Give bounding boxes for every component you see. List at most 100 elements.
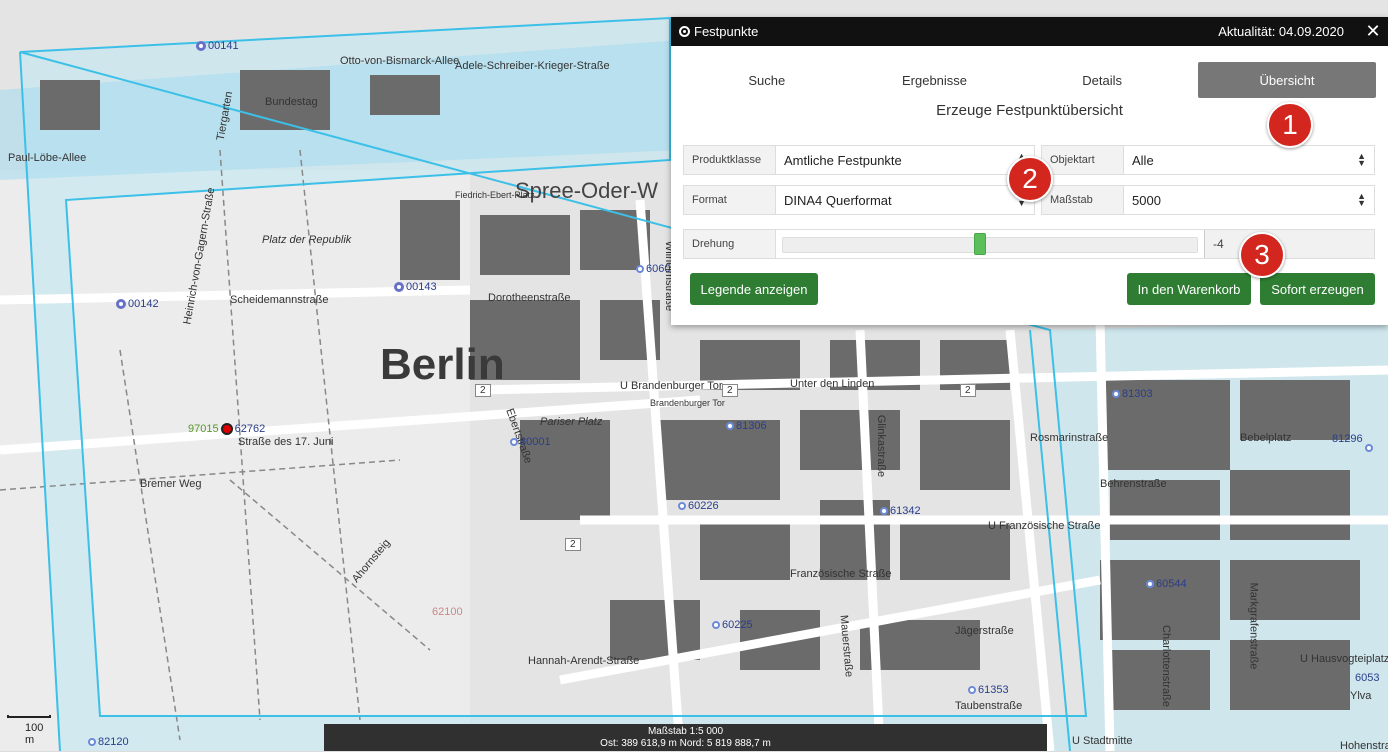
- festpunkt-point[interactable]: 82120: [88, 736, 129, 748]
- festpunkt-point[interactable]: 60225: [712, 619, 753, 631]
- festpunkt-point[interactable]: 00141: [196, 40, 239, 52]
- tab-bar: Suche Ergebnisse Details Übersicht: [671, 62, 1388, 98]
- produktklasse-select[interactable]: Amtliche Festpunkte▲▼: [776, 146, 1034, 174]
- festpunkt-point[interactable]: 00142: [116, 298, 159, 310]
- point-label: 00143: [406, 281, 437, 293]
- street-label: U Brandenburger Tor: [620, 380, 723, 392]
- point-label: 97015: [188, 423, 219, 435]
- festpunkt-point[interactable]: 80001: [510, 436, 551, 448]
- street-label: Ylva: [1350, 690, 1372, 702]
- point-icon: [116, 299, 126, 309]
- festpunkt-point[interactable]: 62100: [432, 606, 463, 618]
- drehung-slider[interactable]: [776, 230, 1204, 258]
- tab-ergebnisse[interactable]: Ergebnisse: [851, 62, 1019, 98]
- point-icon: [510, 438, 518, 446]
- drehung-value-input[interactable]: -4: [1204, 230, 1374, 258]
- festpunkt-point[interactable]: 81303: [1112, 388, 1153, 400]
- point-label: 61342: [890, 505, 921, 517]
- festpunkt-point[interactable]: 81296: [1332, 426, 1373, 452]
- road-number: 2: [960, 384, 976, 397]
- massstab-select[interactable]: 5000 ▲ ▼: [1124, 186, 1374, 214]
- point-icon: [196, 41, 206, 51]
- produktklasse-label: Produktklasse: [684, 146, 776, 174]
- annotation-marker-2: 2: [1007, 156, 1053, 202]
- street-label: Bundestag: [265, 96, 318, 108]
- select-arrows-icon: ▲▼: [1357, 151, 1366, 168]
- street-label: Markgrafenstraße: [1247, 582, 1260, 670]
- warenkorb-button[interactable]: In den Warenkorb: [1127, 273, 1251, 305]
- festpunkt-point[interactable]: 60544: [1146, 578, 1187, 590]
- legende-anzeigen-button[interactable]: Legende anzeigen: [690, 273, 818, 305]
- festpunkt-point[interactable]: 6060: [636, 263, 670, 275]
- street-label: Taubenstraße: [955, 700, 1023, 712]
- massstab-label: Maßstab: [1042, 186, 1124, 214]
- produktklasse-value: Amtliche Festpunkte: [784, 152, 902, 168]
- festpunkt-point[interactable]: 60226: [678, 500, 719, 512]
- point-label: 6060: [646, 263, 671, 275]
- tab-details[interactable]: Details: [1018, 62, 1186, 98]
- street-label: Hannah-Arendt-Straße: [528, 655, 640, 667]
- street-label: Straße des 17. Juni: [238, 436, 334, 448]
- street-label: Fiedrich-Ebert-Platz: [455, 190, 535, 200]
- street-label: Dorotheenstraße: [488, 292, 571, 304]
- street-label: Platz der Republik: [262, 234, 352, 246]
- slider-handle[interactable]: [973, 233, 986, 255]
- street-label: Rosmarinstraße: [1030, 432, 1109, 444]
- festpunkt-point[interactable]: 6053: [1355, 672, 1379, 684]
- date-info: Aktualität: 04.09.2020: [1218, 24, 1344, 39]
- point-icon: [726, 422, 734, 430]
- point-label: 00142: [128, 298, 159, 310]
- objektart-value: Alle: [1132, 152, 1154, 168]
- street-label: U Hausvogteiplatz: [1300, 653, 1388, 665]
- format-select[interactable]: DINA4 Querformat▲▼: [776, 186, 1034, 214]
- street-label: Adele-Schreiber-Krieger-Straße: [455, 60, 610, 72]
- festpunkt-point[interactable]: 81306: [726, 420, 767, 432]
- point-label: 6053: [1355, 672, 1380, 684]
- point-label: 82120: [98, 736, 129, 748]
- point-icon: [394, 282, 404, 292]
- street-label: Pariser Platz: [540, 416, 603, 428]
- panel-header: Festpunkte Aktualität: 04.09.2020 ✕: [671, 17, 1388, 46]
- objektart-field: Objektart Alle ▲ ▼: [1041, 145, 1375, 175]
- street-label: U Stadtmitte: [1072, 735, 1133, 747]
- road-number: 2: [722, 384, 738, 397]
- point-label: 62762: [234, 423, 266, 435]
- street-label: Französische Straße: [790, 568, 892, 580]
- point-label: 81306: [736, 420, 767, 432]
- point-icon: [678, 502, 686, 510]
- scale-bar: 100 m: [7, 712, 51, 746]
- sofort-erzeugen-button[interactable]: Sofort erzeugen: [1260, 273, 1375, 305]
- format-value: DINA4 Querformat: [784, 192, 892, 208]
- massstab-value: 5000: [1132, 192, 1161, 208]
- street-label: Charlottenstraße: [1159, 625, 1172, 707]
- point-icon: [636, 265, 644, 273]
- tab-suche[interactable]: Suche: [683, 62, 851, 98]
- annotation-marker-3: 3: [1239, 232, 1285, 278]
- status-bar: Maßstab 1:5 000 Ost: 389 618,9 m Nord: 5…: [324, 724, 1047, 751]
- point-icon: [880, 507, 888, 515]
- street-label: Brandenburger Tor: [650, 398, 725, 408]
- point-icon: [88, 738, 96, 746]
- festpunkt-point[interactable]: 61353: [968, 684, 1009, 696]
- objektart-select[interactable]: Alle ▲ ▼: [1124, 146, 1374, 174]
- festpunkt-point[interactable]: 00143: [394, 281, 437, 293]
- point-icon: [1364, 444, 1373, 452]
- close-icon[interactable]: ✕: [1358, 21, 1388, 42]
- point-label: 81296: [1332, 433, 1363, 445]
- street-label: Glinkastraße: [875, 414, 888, 478]
- festpunkt-point[interactable]: 97015 62762: [188, 423, 265, 435]
- massstab-field: Maßstab 5000 ▲ ▼: [1041, 185, 1375, 215]
- street-label: Unter den Linden: [790, 378, 875, 390]
- scale-bar-label: 100 m: [25, 722, 44, 746]
- panel-title-text: Festpunkte: [694, 24, 759, 39]
- tab-uebersicht[interactable]: Übersicht: [1198, 62, 1377, 98]
- produktklasse-field: Produktklasse Amtliche Festpunkte▲▼: [683, 145, 1035, 175]
- format-field: Format DINA4 Querformat▲▼: [683, 185, 1035, 215]
- road-number: 2: [565, 538, 581, 551]
- select-arrows-icon: ▲▼: [1357, 191, 1366, 208]
- point-label: 60226: [688, 500, 719, 512]
- street-label: Spree-Oder-W: [515, 178, 659, 203]
- annotation-marker-1: 1: [1267, 102, 1313, 148]
- street-label: Jägerstraße: [955, 625, 1014, 637]
- festpunkt-point[interactable]: 61342: [880, 505, 921, 517]
